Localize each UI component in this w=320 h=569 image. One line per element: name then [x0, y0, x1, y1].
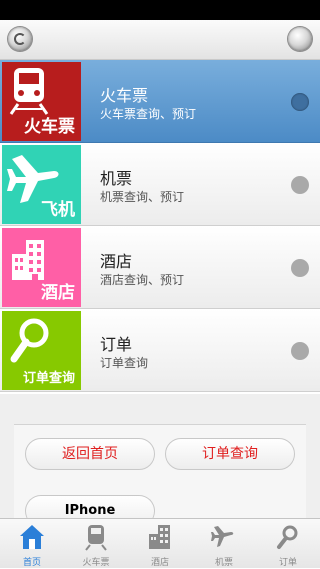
order-tile-label: 订单查询: [22, 371, 75, 386]
menu-item-subtitle: 火车票查询、预订: [100, 107, 197, 121]
train-tile-label: 火车票: [24, 117, 75, 137]
search-icon: [277, 525, 298, 549]
menu-item-title: 机票: [100, 169, 133, 188]
menu-item-subtitle: 酒店查询、预订: [100, 273, 185, 287]
menu-item-flight[interactable]: 飞机 机票 机票查询、预订: [0, 143, 320, 226]
airplane-icon: [211, 526, 234, 547]
home-icon: [20, 525, 44, 549]
hotel-tile: 酒店: [2, 228, 81, 307]
tab-label: 订单: [278, 558, 297, 568]
tab-bar: 首页 火车票 酒店 机票 订单: [0, 518, 320, 568]
menu-icon[interactable]: [288, 27, 312, 51]
disclosure-indicator: [291, 259, 309, 277]
flight-tile-label: 飞机: [41, 200, 75, 220]
tab-label: 机票: [214, 558, 233, 568]
navigation-bar: [0, 20, 320, 60]
train-icon: [85, 525, 107, 551]
hotel-icon: [149, 525, 170, 549]
status-bar: [0, 0, 320, 20]
menu-item-title: 火车票: [100, 86, 149, 105]
menu-item-title: 订单: [100, 335, 133, 354]
disclosure-indicator: [291, 342, 309, 360]
tab-home[interactable]: 首页: [0, 519, 64, 569]
hotel-tile-label: 酒店: [41, 283, 75, 303]
tab-orders[interactable]: 订单: [256, 519, 320, 569]
home-button[interactable]: 返回首页: [25, 438, 155, 470]
tab-label: 首页: [22, 558, 41, 568]
main-menu: 火车票 火车票 火车票查询、预订 飞机 机票 机票查询、预订 酒店 酒店 酒店查…: [0, 60, 320, 392]
menu-item-train[interactable]: 火车票 火车票 火车票查询、预订: [0, 60, 320, 143]
back-icon[interactable]: [8, 27, 32, 51]
tab-label: 火车票: [82, 558, 110, 568]
tab-label: 酒店: [150, 558, 169, 568]
order-tile: 订单查询: [2, 311, 81, 390]
tab-train[interactable]: 火车票: [64, 519, 128, 569]
tab-flight[interactable]: 机票: [192, 519, 256, 569]
menu-item-subtitle: 机票查询、预订: [100, 190, 185, 204]
menu-item-subtitle: 订单查询: [100, 356, 149, 370]
flight-tile: 飞机: [2, 145, 81, 224]
order-query-button[interactable]: 订单查询: [165, 438, 295, 470]
menu-item-order[interactable]: 订单查询 订单 订单查询: [0, 309, 320, 392]
menu-item-title: 酒店: [100, 252, 133, 271]
train-tile: 火车票: [2, 62, 81, 141]
disclosure-indicator: [291, 176, 309, 194]
tab-hotel[interactable]: 酒店: [128, 519, 192, 569]
menu-item-hotel[interactable]: 酒店 酒店 酒店查询、预订: [0, 226, 320, 309]
disclosure-indicator: [291, 93, 309, 111]
